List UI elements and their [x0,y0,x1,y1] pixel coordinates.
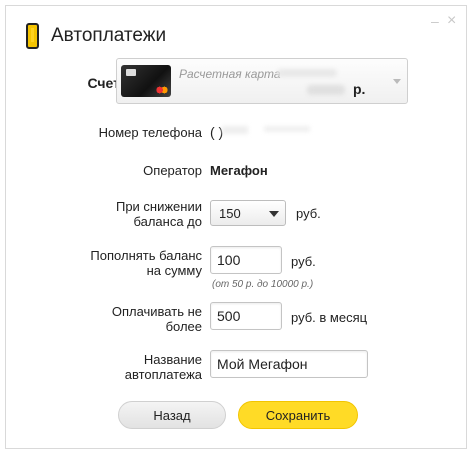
autopay-name-label: Название автоплатежа [60,352,202,382]
card-balance-suffix: р. [353,81,366,97]
topup-label-line1: Пополнять баланс [90,248,202,263]
topup-label: Пополнять баланс на сумму [60,248,202,278]
chevron-down-icon [269,211,279,217]
card-name: Расчетная карта [179,67,281,81]
limit-label: Оплачивать не более [60,304,202,334]
phone-number-redacted [264,126,310,132]
threshold-select[interactable]: 150 [210,200,286,226]
save-button[interactable]: Сохранить [238,401,358,429]
chevron-down-icon [393,79,401,84]
topup-label-line2: на сумму [146,263,202,278]
autopay-name-input[interactable] [210,350,368,378]
limit-unit: руб. в месяц [291,310,368,325]
monthly-limit-input[interactable] [210,302,282,330]
dialog-header: Автоплатежи [26,20,166,52]
phone-label: Номер телефона [98,125,202,140]
topup-hint: (от 50 р. до 10000 р.) [212,279,314,290]
minimize-button[interactable]: – [431,14,439,28]
operator-label: Оператор [143,163,202,178]
card-balance-redacted [307,85,345,95]
threshold-label-line1: При снижении [115,199,202,214]
phone-code-redacted [222,126,248,134]
topup-unit: руб. [291,254,316,269]
back-button[interactable]: Назад [118,401,226,429]
topup-amount-input[interactable] [210,246,282,274]
account-label: Счет [87,75,120,91]
close-button[interactable]: × [447,13,456,29]
threshold-selected-value: 150 [219,206,241,221]
account-card-select[interactable]: Расчетная карта р. [116,58,408,104]
threshold-label: При снижении баланса до [60,199,202,229]
dialog-title: Автоплатежи [51,25,167,46]
threshold-label-line2: баланса до [133,214,202,229]
autopay-name-label-line2: автоплатежа [124,367,202,382]
limit-label-line2: более [165,319,202,334]
mobile-phone-icon [26,23,39,49]
threshold-unit: руб. [296,206,321,221]
bank-card-image [121,65,171,97]
autopay-name-label-line1: Название [143,352,202,367]
card-number-redacted [277,69,337,77]
limit-label-line1: Оплачивать не [111,304,202,319]
operator-value: Мегафон [210,163,268,178]
